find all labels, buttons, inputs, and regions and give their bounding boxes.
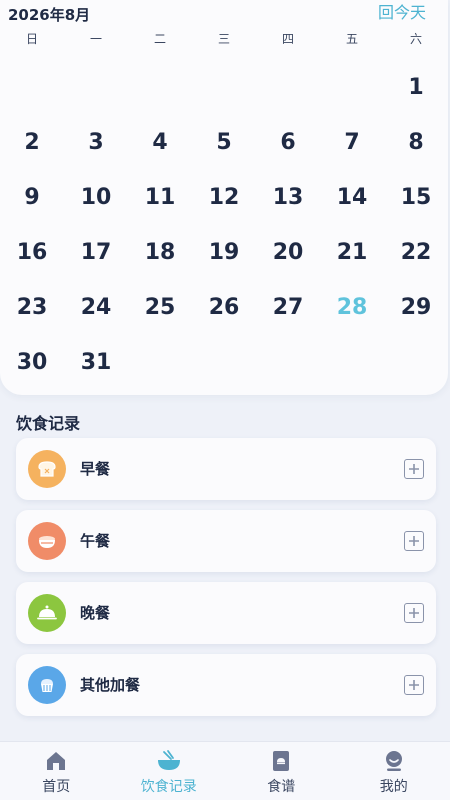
calendar-day[interactable]: 5: [192, 115, 256, 170]
calendar-card: 2026年8月 回今天 日一二三四五六 1 2 3 4 5 6 7 8 9 10 11 12 13 14 1…: [0, 0, 448, 395]
tab-label: 饮食记录: [140, 779, 197, 795]
calendar-day[interactable]: 7: [320, 115, 384, 170]
calendar-blank-cell: [0, 60, 64, 115]
calendar-day[interactable]: 19: [192, 225, 256, 280]
calendar-day-grid: 1 2 3 4 5 6 7 8 9 10 11 12 13 14 15 16 17 18 19 20 21 22 23 24 2…: [0, 60, 448, 390]
add-breakfast-button[interactable]: [404, 459, 424, 479]
calendar-day[interactable]: 10: [64, 170, 128, 225]
calendar-day[interactable]: 16: [0, 225, 64, 280]
calendar-day[interactable]: 13: [256, 170, 320, 225]
bottom-tab-bar: 首页 饮食记录 食谱 我的: [0, 741, 450, 800]
calendar-day-selected[interactable]: 28: [320, 280, 384, 335]
food-bowl-icon: [156, 748, 182, 774]
add-dinner-button[interactable]: [404, 603, 424, 623]
calendar-day[interactable]: 15: [384, 170, 448, 225]
weekday-label: 五: [345, 32, 358, 46]
calendar-day[interactable]: 29: [384, 280, 448, 335]
meal-card-breakfast[interactable]: 早餐: [16, 438, 436, 500]
section-title: 饮食记录: [16, 414, 81, 433]
calendar-day[interactable]: 8: [384, 115, 448, 170]
bread-icon: [28, 450, 66, 488]
meal-label: 晚餐: [80, 604, 111, 622]
bowl-icon: [28, 522, 66, 560]
calendar-day[interactable]: 27: [256, 280, 320, 335]
calendar-day[interactable]: 26: [192, 280, 256, 335]
calendar-blank-cell: [256, 60, 320, 115]
calendar-day[interactable]: 1: [384, 60, 448, 115]
calendar-day[interactable]: 25: [128, 280, 192, 335]
weekday-label: 二: [153, 32, 166, 46]
plus-square-icon: [409, 536, 419, 546]
meal-card-snack[interactable]: 其他加餐: [16, 654, 436, 716]
calendar-day[interactable]: 12: [192, 170, 256, 225]
plus-square-icon: [409, 464, 419, 474]
weekday-header: 日一二三四五六: [0, 30, 448, 47]
calendar-day[interactable]: 30: [0, 335, 64, 390]
cake-icon: [28, 666, 66, 704]
add-lunch-button[interactable]: [404, 531, 424, 551]
calendar-day[interactable]: 6: [256, 115, 320, 170]
month-title: 2026年8月: [8, 6, 91, 24]
calendar-day[interactable]: 11: [128, 170, 192, 225]
calendar-day[interactable]: 31: [64, 335, 128, 390]
tab-label: 食谱: [267, 779, 296, 795]
calendar-blank-cell: [192, 60, 256, 115]
calendar-day[interactable]: 21: [320, 225, 384, 280]
calendar-day[interactable]: 2: [0, 115, 64, 170]
calendar-day[interactable]: 17: [64, 225, 128, 280]
weekday-label: 四: [281, 32, 294, 46]
meal-label: 其他加餐: [80, 676, 141, 694]
weekday-label: 一: [89, 32, 102, 46]
recipe-book-icon: [268, 748, 294, 774]
add-snack-button[interactable]: [404, 675, 424, 695]
tab-label: 首页: [42, 779, 71, 795]
calendar-day[interactable]: 4: [128, 115, 192, 170]
plus-square-icon: [409, 608, 419, 618]
weekday-label: 日: [25, 32, 38, 46]
plus-square-icon: [409, 680, 419, 690]
meal-label: 早餐: [80, 460, 111, 478]
calendar-day[interactable]: 24: [64, 280, 128, 335]
calendar-day[interactable]: 3: [64, 115, 128, 170]
back-to-today-button[interactable]: 回今天: [378, 0, 426, 23]
meal-label: 午餐: [80, 532, 111, 550]
meal-card-dinner[interactable]: 晚餐: [16, 582, 436, 644]
calendar-blank-cell: [64, 60, 128, 115]
calendar-day[interactable]: 14: [320, 170, 384, 225]
calendar-day[interactable]: 9: [0, 170, 64, 225]
tab-label: 我的: [379, 779, 408, 795]
tab-profile[interactable]: 我的: [338, 742, 450, 800]
weekday-label: 六: [409, 32, 422, 46]
calendar-day[interactable]: 18: [128, 225, 192, 280]
user-icon: [381, 748, 407, 774]
calendar-blank-cell: [320, 60, 384, 115]
tab-home[interactable]: 首页: [0, 742, 113, 800]
tab-diet-record[interactable]: 饮食记录: [113, 742, 226, 800]
weekday-label: 三: [217, 32, 230, 46]
home-icon: [43, 748, 69, 774]
calendar-blank-cell: [128, 60, 192, 115]
calendar-day[interactable]: 22: [384, 225, 448, 280]
calendar-day[interactable]: 20: [256, 225, 320, 280]
cloche-icon: [28, 594, 66, 632]
meal-card-lunch[interactable]: 午餐: [16, 510, 436, 572]
tab-recipes[interactable]: 食谱: [225, 742, 338, 800]
calendar-day[interactable]: 23: [0, 280, 64, 335]
